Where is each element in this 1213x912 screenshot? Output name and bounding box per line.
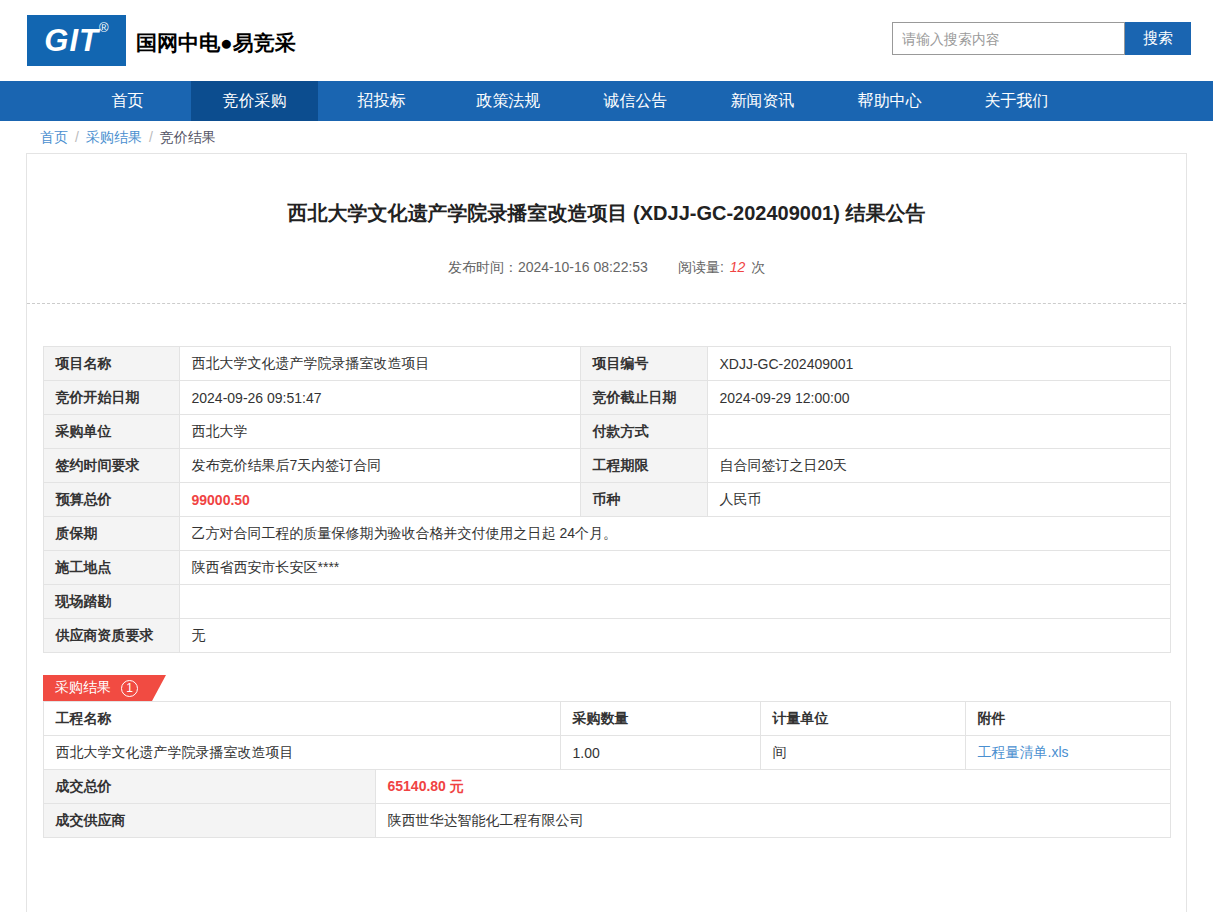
breadcrumb-separator: / <box>149 129 153 145</box>
field-value: 无 <box>179 619 1170 653</box>
field-value: 西北大学 <box>179 415 580 449</box>
field-value: 自合同签订之日20天 <box>707 449 1170 483</box>
nav-item-help[interactable]: 帮助中心 <box>826 81 953 121</box>
logo-registered-icon: ® <box>99 20 109 35</box>
table-row: 项目名称 西北大学文化遗产学院录播室改造项目 项目编号 XDJJ-GC-2024… <box>43 347 1170 381</box>
field-label: 施工地点 <box>43 551 179 585</box>
table-row: 预算总价 99000.50 币种 人民币 <box>43 483 1170 517</box>
badge-count: 1 <box>121 680 138 697</box>
table-row: 供应商资质要求 无 <box>43 619 1170 653</box>
field-value: XDJJ-GC-202409001 <box>707 347 1170 381</box>
field-label: 竞价截止日期 <box>580 381 707 415</box>
site-title: 国网中电●易竞采 <box>136 29 296 57</box>
nav-item-home[interactable]: 首页 <box>64 81 191 121</box>
column-header: 工程名称 <box>43 702 560 736</box>
field-label: 项目编号 <box>580 347 707 381</box>
table-row: 施工地点 陕西省西安市长安区**** <box>43 551 1170 585</box>
result-table: 工程名称 采购数量 计量单位 附件 西北大学文化遗产学院录播室改造项目 1.00… <box>43 701 1171 838</box>
quantity-cell: 1.00 <box>560 736 760 770</box>
views-unit: 次 <box>751 259 765 275</box>
search-input[interactable] <box>892 22 1125 55</box>
field-label: 签约时间要求 <box>43 449 179 483</box>
attachment-link[interactable]: 工程量清单.xls <box>978 744 1069 760</box>
header: GIT ® 国网中电●易竞采 搜索 <box>0 0 1213 81</box>
field-label: 供应商资质要求 <box>43 619 179 653</box>
announcement-title: 西北大学文化遗产学院录播室改造项目 (XDJJ-GC-202409001) 结果… <box>27 200 1186 227</box>
table-header-row: 工程名称 采购数量 计量单位 附件 <box>43 702 1170 736</box>
result-badge-row: 采购结果 1 <box>43 675 1170 701</box>
nav-item-policy[interactable]: 政策法规 <box>445 81 572 121</box>
project-info-table: 项目名称 西北大学文化遗产学院录播室改造项目 项目编号 XDJJ-GC-2024… <box>43 346 1171 653</box>
search-bar: 搜索 <box>892 22 1191 55</box>
table-row: 采购单位 西北大学 付款方式 <box>43 415 1170 449</box>
content-card: 西北大学文化遗产学院录播室改造项目 (XDJJ-GC-202409001) 结果… <box>26 153 1187 912</box>
budget-total-value: 99000.50 <box>179 483 580 517</box>
table-row: 竞价开始日期 2024-09-26 09:51:47 竞价截止日期 2024-0… <box>43 381 1170 415</box>
breadcrumb-current: 竞价结果 <box>160 129 216 145</box>
deal-total-unit: 元 <box>450 778 464 794</box>
deal-total-value: 65140.80 <box>388 778 446 794</box>
nav-item-tender[interactable]: 招投标 <box>318 81 445 121</box>
badge-label: 采购结果 <box>55 679 111 697</box>
table-row: 现场踏勘 <box>43 585 1170 619</box>
field-label: 工程期限 <box>580 449 707 483</box>
divider <box>27 303 1186 304</box>
breadcrumb-section[interactable]: 采购结果 <box>86 129 142 145</box>
deal-total-price: 65140.80 元 <box>375 770 1170 804</box>
field-value: 2024-09-26 09:51:47 <box>179 381 580 415</box>
supplier-name: 陕西世华达智能化工程有限公司 <box>375 804 1170 838</box>
field-label: 质保期 <box>43 517 179 551</box>
table-row: 签约时间要求 发布竞价结果后7天内签订合同 工程期限 自合同签订之日20天 <box>43 449 1170 483</box>
field-label: 成交总价 <box>43 770 375 804</box>
field-value <box>707 415 1170 449</box>
column-header: 采购数量 <box>560 702 760 736</box>
column-header: 计量单位 <box>760 702 965 736</box>
table-row: 成交总价 65140.80 元 <box>43 770 1170 804</box>
field-label: 项目名称 <box>43 347 179 381</box>
publish-time-value: 2024-10-16 08:22:53 <box>518 259 648 275</box>
field-label: 币种 <box>580 483 707 517</box>
breadcrumb-separator: / <box>75 129 79 145</box>
table-row: 质保期 乙方对合同工程的质量保修期为验收合格并交付使用之日起 24个月。 <box>43 517 1170 551</box>
views-count: 12 <box>730 259 746 275</box>
field-label: 竞价开始日期 <box>43 381 179 415</box>
unit-cell: 间 <box>760 736 965 770</box>
field-value: 人民币 <box>707 483 1170 517</box>
attachment-cell: 工程量清单.xls <box>965 736 1170 770</box>
table-row: 西北大学文化遗产学院录播室改造项目 1.00 间 工程量清单.xls <box>43 736 1170 770</box>
search-button[interactable]: 搜索 <box>1125 22 1191 55</box>
nav-item-integrity[interactable]: 诚信公告 <box>572 81 699 121</box>
main-nav: 首页 竞价采购 招投标 政策法规 诚信公告 新闻资讯 帮助中心 关于我们 <box>0 81 1213 121</box>
table-row: 成交供应商 陕西世华达智能化工程有限公司 <box>43 804 1170 838</box>
publish-time-label: 发布时间： <box>448 259 518 275</box>
column-header: 附件 <box>965 702 1170 736</box>
field-value: 2024-09-29 12:00:00 <box>707 381 1170 415</box>
nav-item-about[interactable]: 关于我们 <box>953 81 1080 121</box>
article-meta: 发布时间：2024-10-16 08:22:53 阅读量: 12 次 <box>27 259 1186 277</box>
project-name-cell: 西北大学文化遗产学院录播室改造项目 <box>43 736 560 770</box>
nav-item-bidding-procurement[interactable]: 竞价采购 <box>191 81 318 121</box>
breadcrumb-home[interactable]: 首页 <box>40 129 68 145</box>
logo-text: GIT <box>44 23 99 59</box>
views-label: 阅读量: <box>678 259 724 275</box>
result-badge: 采购结果 1 <box>43 675 166 701</box>
field-value <box>179 585 1170 619</box>
field-value: 陕西省西安市长安区**** <box>179 551 1170 585</box>
field-label: 成交供应商 <box>43 804 375 838</box>
field-value: 西北大学文化遗产学院录播室改造项目 <box>179 347 580 381</box>
field-label: 现场踏勘 <box>43 585 179 619</box>
field-label: 付款方式 <box>580 415 707 449</box>
field-label: 预算总价 <box>43 483 179 517</box>
site-logo[interactable]: GIT ® <box>27 15 126 66</box>
field-label: 采购单位 <box>43 415 179 449</box>
field-value: 发布竞价结果后7天内签订合同 <box>179 449 580 483</box>
nav-item-news[interactable]: 新闻资讯 <box>699 81 826 121</box>
breadcrumb: 首页 / 采购结果 / 竞价结果 <box>0 121 1213 153</box>
field-value: 乙方对合同工程的质量保修期为验收合格并交付使用之日起 24个月。 <box>179 517 1170 551</box>
